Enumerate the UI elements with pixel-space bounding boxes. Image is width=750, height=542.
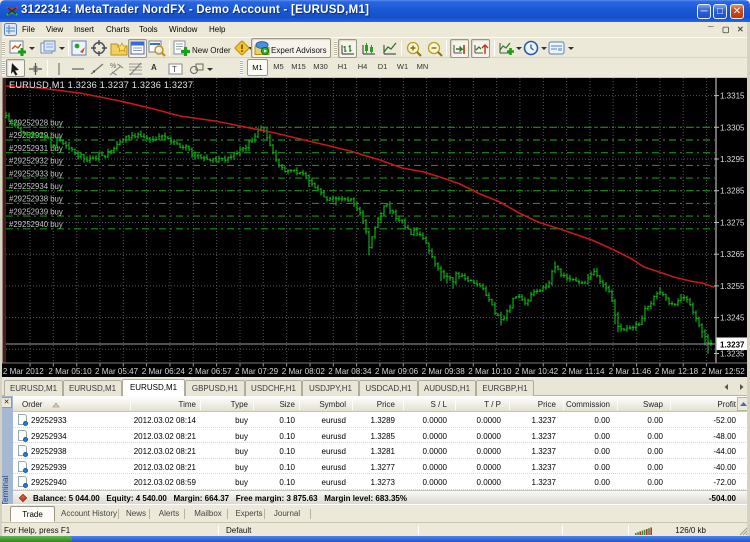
svg-text:2 Mar 08:02: 2 Mar 08:02 xyxy=(282,367,326,376)
svg-text:2 Mar 06:24: 2 Mar 06:24 xyxy=(142,367,186,376)
svg-text:#29252940 buy: #29252940 buy xyxy=(9,220,63,229)
svg-text:#29252932 buy: #29252932 buy xyxy=(9,157,63,166)
svg-text:1.3235: 1.3235 xyxy=(720,350,745,359)
svg-text:2 Mar 08:34: 2 Mar 08:34 xyxy=(328,367,372,376)
svg-text:1.3295: 1.3295 xyxy=(720,155,745,164)
svg-text:2 Mar 09:06: 2 Mar 09:06 xyxy=(375,367,419,376)
svg-text:2 Mar 05:10: 2 Mar 05:10 xyxy=(48,367,92,376)
svg-text:T: T xyxy=(172,65,177,74)
svg-text:2 Mar 06:57: 2 Mar 06:57 xyxy=(188,367,232,376)
svg-text:#29252928 buy: #29252928 buy xyxy=(9,119,63,128)
svg-text:2 Mar 12:52: 2 Mar 12:52 xyxy=(702,367,746,376)
svg-text:2 Mar 09:38: 2 Mar 09:38 xyxy=(422,367,466,376)
svg-text:#29252939 buy: #29252939 buy xyxy=(9,207,63,216)
svg-text:1.3237: 1.3237 xyxy=(720,341,745,350)
svg-text:EURUSD,M1 1.3236 1.3237 1.323: EURUSD,M1 1.3236 1.3237 1.3236 1.3237 xyxy=(9,80,193,90)
svg-text:#29252938 buy: #29252938 buy xyxy=(9,195,63,204)
svg-text:1.3245: 1.3245 xyxy=(720,314,745,323)
svg-text:1.3285: 1.3285 xyxy=(720,187,745,196)
svg-text:#29252933 buy: #29252933 buy xyxy=(9,169,63,178)
svg-text:1.3265: 1.3265 xyxy=(720,250,745,259)
svg-text:1.3315: 1.3315 xyxy=(720,92,745,101)
svg-text:#29252934 buy: #29252934 buy xyxy=(9,182,63,191)
svg-text:2 Mar 07:29: 2 Mar 07:29 xyxy=(235,367,279,376)
svg-text:2 Mar 05:47: 2 Mar 05:47 xyxy=(95,367,139,376)
svg-text:1.3275: 1.3275 xyxy=(720,219,745,228)
svg-text:2 Mar 11:46: 2 Mar 11:46 xyxy=(609,367,652,376)
svg-text:1.3255: 1.3255 xyxy=(720,282,745,291)
svg-text:2 Mar 12:18: 2 Mar 12:18 xyxy=(655,367,699,376)
svg-text:2 Mar 2012: 2 Mar 2012 xyxy=(3,367,44,376)
svg-text:2 Mar 11:14: 2 Mar 11:14 xyxy=(562,367,605,376)
svg-text:2 Mar 10:10: 2 Mar 10:10 xyxy=(468,367,512,376)
svg-text:2 Mar 10:42: 2 Mar 10:42 xyxy=(515,367,559,376)
svg-text:%: % xyxy=(110,63,116,70)
svg-text:1.3305: 1.3305 xyxy=(720,123,745,132)
